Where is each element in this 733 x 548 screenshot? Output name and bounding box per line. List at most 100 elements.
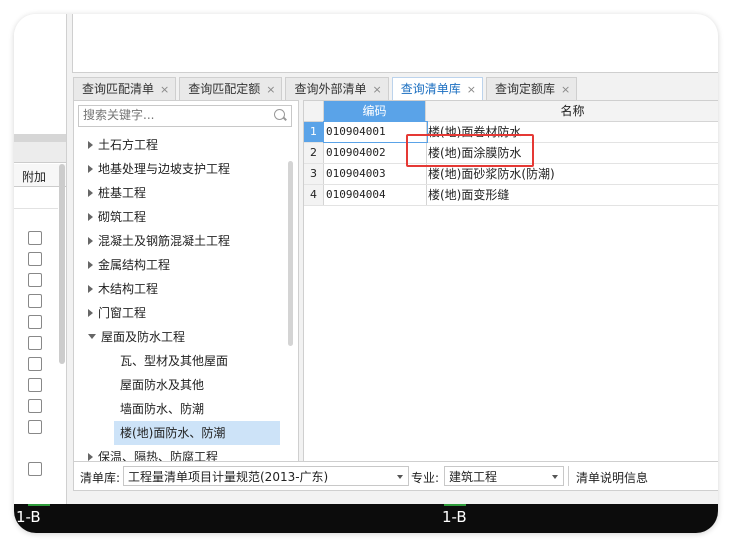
caret-right-icon[interactable] — [88, 188, 93, 197]
caret-right-icon[interactable] — [88, 284, 93, 293]
row-checkbox[interactable] — [28, 273, 42, 287]
row-checkbox[interactable] — [28, 378, 42, 392]
left-splitter[interactable] — [14, 134, 66, 142]
divider — [568, 466, 569, 486]
row-number: 1 — [304, 122, 324, 142]
tree-item-masonry[interactable]: 砌筑工程 — [74, 205, 286, 229]
left-top-area — [14, 14, 66, 135]
axis-label-right: 1-B — [442, 508, 467, 526]
close-icon[interactable]: × — [372, 83, 381, 96]
caret-right-icon[interactable] — [88, 164, 93, 173]
specialty-label: 专业: — [411, 471, 440, 485]
tree-item-tile-roof[interactable]: 瓦、型材及其他屋面 — [74, 349, 286, 373]
bill-description-info[interactable]: 清单说明信息 — [576, 469, 648, 486]
row-number-header — [304, 101, 324, 122]
search-box[interactable] — [78, 105, 292, 127]
row-checkbox[interactable] — [28, 462, 42, 476]
name-column-header[interactable]: 名称 — [426, 101, 718, 122]
name-cell[interactable]: 楼(地)面变形缝 — [428, 185, 509, 205]
tab-label: 查询清单库 — [400, 82, 461, 96]
specialty-select[interactable]: 建筑工程 — [444, 466, 564, 486]
tree-item-pile[interactable]: 桩基工程 — [74, 181, 286, 205]
tree-item-label: 混凝土及钢筋混凝土工程 — [98, 234, 231, 248]
left-scrollbar[interactable] — [59, 164, 65, 364]
tab-label: 查询匹配定额 — [188, 82, 261, 96]
code-cell[interactable]: 010904004 — [324, 185, 427, 205]
row-checkbox[interactable] — [28, 252, 42, 266]
name-cell[interactable]: 楼(地)面砂浆防水(防潮) — [428, 164, 555, 184]
row-number: 2 — [304, 143, 324, 163]
left-toolbar-strip — [14, 142, 66, 163]
tree-item-concrete[interactable]: 混凝土及钢筋混凝土工程 — [74, 229, 286, 253]
chevron-down-icon — [397, 475, 403, 479]
tree-item-label: 地基处理与边坡支护工程 — [98, 162, 231, 176]
library-label: 清单库: — [80, 471, 121, 485]
caret-right-icon[interactable] — [88, 452, 93, 461]
tree-item-wall-waterproof[interactable]: 墙面防水、防潮 — [74, 397, 286, 421]
caret-right-icon[interactable] — [88, 140, 93, 149]
tab-external-bill[interactable]: 查询外部清单 × — [285, 77, 389, 100]
additional-column-label: 附加 — [22, 170, 47, 184]
tree-item-roofing-waterproof[interactable]: 屋面及防水工程 — [74, 325, 286, 349]
close-icon[interactable]: × — [266, 83, 275, 96]
app-window: 附加 查询匹配清单 × 查询匹配定额 × 查询外部清单 × 查询清单库 × 查询定额库 ×… — [14, 14, 718, 533]
tree-item-label: 屋面防水及其他 — [120, 378, 205, 392]
library-filter-bar: 清单库: 工程量清单项目计量规范(2013-广东) 专业: 建筑工程 清单说明信… — [73, 461, 718, 491]
tree-item-label: 金属结构工程 — [98, 258, 171, 272]
tree-item-label: 砌筑工程 — [98, 210, 147, 224]
tree-item-label: 屋面及防水工程 — [101, 330, 186, 344]
tab-quota-library[interactable]: 查询定额库 × — [485, 77, 578, 100]
tab-bill-library[interactable]: 查询清单库 × — [391, 77, 483, 100]
specialty-select-value: 建筑工程 — [449, 470, 498, 484]
tree-item-label: 墙面防水、防潮 — [120, 402, 205, 416]
close-icon[interactable]: × — [467, 83, 476, 96]
drawing-line — [28, 504, 50, 506]
row-checkbox[interactable] — [28, 315, 42, 329]
left-side-panel: 附加 — [14, 14, 67, 504]
tree-item-label: 瓦、型材及其他屋面 — [120, 354, 229, 368]
table-row[interactable]: 4 010904004 楼(地)面变形缝 — [304, 185, 718, 206]
search-icon[interactable] — [274, 109, 285, 120]
tree-item-metal[interactable]: 金属结构工程 — [74, 253, 286, 277]
top-content-area — [72, 14, 718, 73]
row-checkbox[interactable] — [28, 294, 42, 308]
row-checkbox[interactable] — [28, 357, 42, 371]
tab-match-quota[interactable]: 查询匹配定额 × — [179, 77, 283, 100]
row-checkbox[interactable] — [28, 231, 42, 245]
row-checkbox[interactable] — [28, 399, 42, 413]
tab-match-bill[interactable]: 查询匹配清单 × — [73, 77, 177, 100]
drawing-canvas-strip: 1-B 1-B — [14, 504, 718, 533]
code-cell[interactable]: 010904003 — [324, 164, 427, 184]
tree-item-doors-windows[interactable]: 门窗工程 — [74, 301, 286, 325]
library-select-value: 工程量清单项目计量规范(2013-广东) — [128, 470, 329, 484]
caret-right-icon[interactable] — [88, 236, 93, 245]
caret-right-icon[interactable] — [88, 308, 93, 317]
tree-item-roof-waterproof[interactable]: 屋面防水及其他 — [74, 373, 286, 397]
close-icon[interactable]: × — [160, 83, 169, 96]
row-checkbox[interactable] — [28, 336, 42, 350]
caret-right-icon[interactable] — [88, 260, 93, 269]
caret-right-icon[interactable] — [88, 212, 93, 221]
table-row[interactable]: 3 010904003 楼(地)面砂浆防水(防潮) — [304, 164, 718, 185]
tree-item-label: 楼(地)面防水、防潮 — [120, 426, 226, 440]
tab-label: 查询外部清单 — [294, 82, 367, 96]
tree-item-floor-waterproof[interactable]: 楼(地)面防水、防潮 — [114, 421, 280, 445]
library-select[interactable]: 工程量清单项目计量规范(2013-广东) — [123, 466, 409, 486]
row-divider — [14, 208, 58, 209]
close-icon[interactable]: × — [561, 83, 570, 96]
highlight-box — [406, 134, 534, 167]
caret-down-icon[interactable] — [88, 334, 96, 339]
tree-item-earthwork[interactable]: 土石方工程 — [74, 133, 286, 157]
tree-item-timber[interactable]: 木结构工程 — [74, 277, 286, 301]
tree-item-foundation[interactable]: 地基处理与边坡支护工程 — [74, 157, 286, 181]
category-tree: 土石方工程 地基处理与边坡支护工程 桩基工程 砌筑工程 混凝土及钢筋混凝土工程 … — [74, 133, 286, 469]
row-checkbox[interactable] — [28, 420, 42, 434]
tab-label: 查询定额库 — [494, 82, 555, 96]
code-column-header[interactable]: 编码 — [324, 101, 426, 122]
chevron-down-icon — [552, 475, 558, 479]
axis-label-left: 1-B — [16, 508, 41, 526]
tree-item-label: 木结构工程 — [98, 282, 159, 296]
row-number: 4 — [304, 185, 324, 205]
search-input[interactable] — [79, 106, 267, 124]
tree-scrollbar[interactable] — [288, 161, 293, 346]
